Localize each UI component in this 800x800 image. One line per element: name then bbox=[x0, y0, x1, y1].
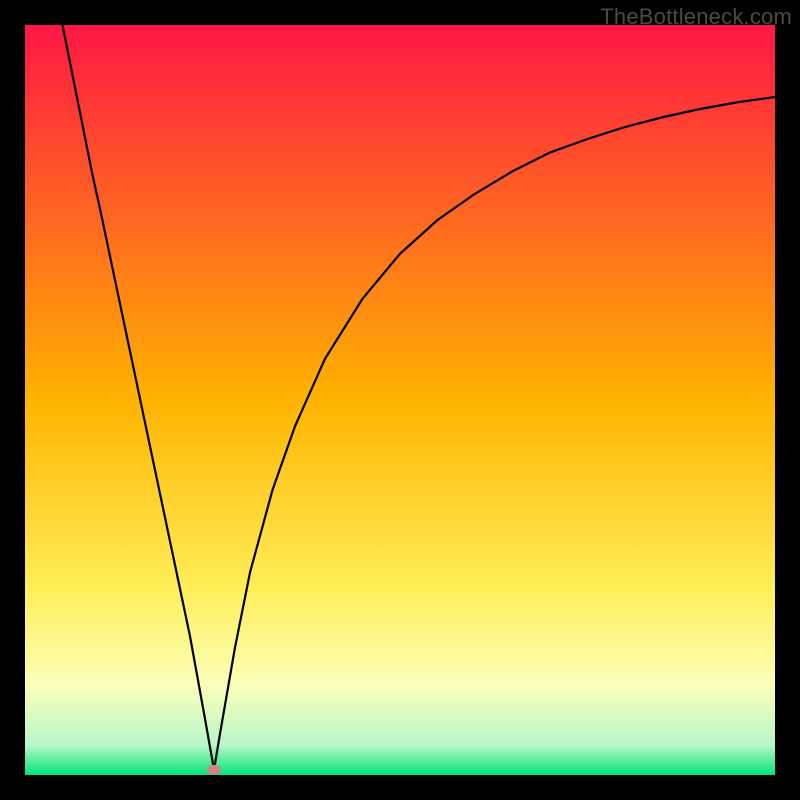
chart-frame: TheBottleneck.com bbox=[0, 0, 800, 800]
chart-plot-area bbox=[25, 25, 775, 775]
bottleneck-chart bbox=[25, 25, 775, 775]
gradient-background bbox=[25, 25, 775, 775]
minimum-marker bbox=[207, 765, 221, 775]
